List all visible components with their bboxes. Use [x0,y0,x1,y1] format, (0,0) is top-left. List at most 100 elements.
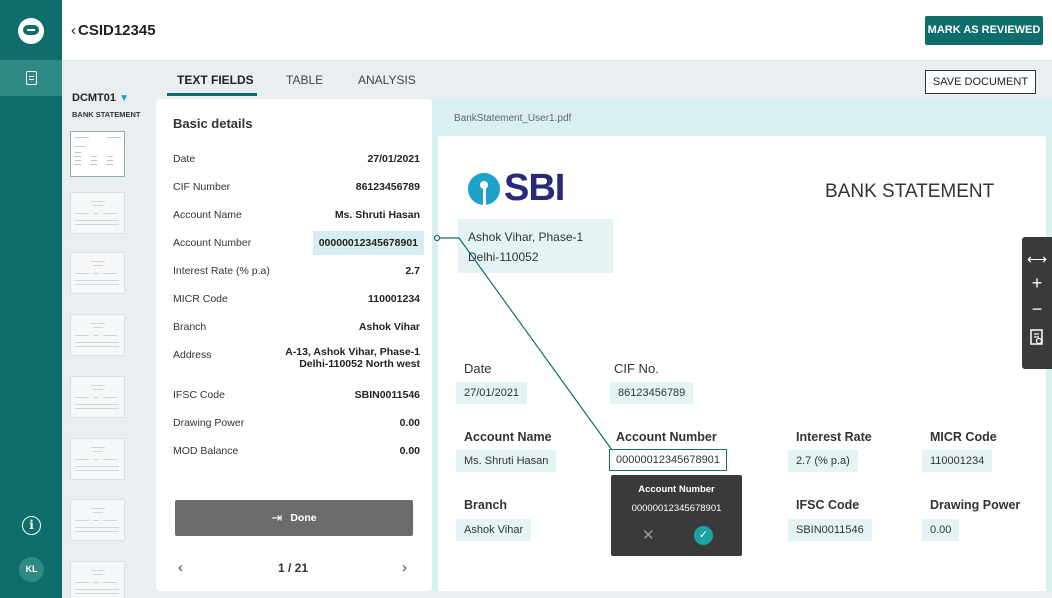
field-row[interactable]: IFSC Code SBIN0011546 [173,385,420,407]
tab-table[interactable]: TABLE [286,73,323,87]
page-thumbnail[interactable] [70,438,125,480]
account-name-label: Account Name [464,430,552,444]
field-row[interactable]: Address A-13, Ashok Vihar, Phase-1 Delhi-1… [173,345,420,375]
drawing-power-label: Drawing Power [930,498,1021,512]
field-row[interactable]: MOD Balance 0.00 [173,441,420,463]
documents-nav-button[interactable] [0,60,62,96]
zoom-toolbar: ⟷ + − [1022,237,1052,369]
ifsc-code-label: IFSC Code [796,498,860,512]
drawing-power-value[interactable]: 0.00 [922,519,960,541]
zoom-out-icon[interactable]: − [1022,299,1052,320]
field-value[interactable]: 27/01/2021 [367,153,420,165]
page-thumbnail[interactable] [70,314,125,356]
field-label: MICR Code [173,293,228,305]
ifsc-code-value[interactable]: SBIN0011546 [788,519,872,541]
info-icon[interactable]: i [22,516,41,535]
app-logo[interactable] [0,0,62,62]
document-viewer: BankStatement_User1.pdf SBI BANK STATEME… [432,99,1052,591]
account-number-label: Account Number [616,430,717,444]
date-value[interactable]: 27/01/2021 [456,382,528,404]
zoom-in-icon[interactable]: + [1022,273,1052,294]
field-label: Account Name [173,209,242,221]
exit-icon: ⇥ [271,510,283,525]
field-row[interactable]: Account Name Ms. Shruti Hasan [173,205,420,227]
user-avatar[interactable]: KL [19,557,44,582]
mark-as-reviewed-button[interactable]: MARK AS REVIEWED [925,16,1043,45]
micr-code-value[interactable]: 110001234 [922,450,993,472]
field-row[interactable]: CIF Number 86123456789 [173,177,420,199]
field-value[interactable]: 86123456789 [356,181,420,193]
chevron-left-icon: ‹ [71,22,76,39]
cif-value[interactable]: 86123456789 [610,382,694,404]
document-page: SBI BANK STATEMENT Ashok Vihar, Phase-1 D… [438,136,1046,591]
active-tab-indicator [167,93,257,96]
page-indicator: 1 / 21 [278,561,309,575]
field-confirmation-tooltip: Account Number 00000012345678901 ✕ ✓ [611,475,742,556]
left-rail: i KL [0,0,62,598]
field-value[interactable]: 110001234 [368,293,420,305]
field-label: Drawing Power [173,417,245,429]
document-selector[interactable]: DCMT01 ▼ [72,92,129,104]
document-icon [25,71,37,85]
page-thumbnail[interactable] [70,252,125,294]
page-view-svg [1030,329,1043,345]
document-type-label: BANK STATEMENT [72,110,141,119]
sbi-logo: SBI [468,167,565,210]
page-thumbnail[interactable] [70,131,125,177]
page-thumbnail[interactable] [70,499,125,541]
bank-logo-icon [468,172,500,205]
page-thumbnail[interactable] [70,561,125,598]
tooltip-value: 00000012345678901 [631,503,722,514]
text-fields-panel: Basic details Date 27/01/2021 CIF Number 8… [156,99,432,591]
branch-value[interactable]: Ashok Vihar [456,519,532,541]
done-label: Done [290,512,317,524]
page-thumbnail[interactable] [70,376,125,418]
field-label: Date [173,153,196,165]
field-value[interactable]: 2.7 [405,265,420,277]
accept-icon[interactable]: ✓ [694,526,713,545]
previous-page-button[interactable]: ‹ [178,559,183,576]
caret-down-icon: ▼ [119,93,129,104]
date-label: Date [464,361,492,376]
reject-icon[interactable]: ✕ [642,526,655,544]
page-thumbnail[interactable] [70,192,125,234]
field-value[interactable]: Ashok Vihar [359,321,420,333]
account-number-value-selected[interactable]: 00000012345678901 [609,449,728,471]
next-page-button[interactable]: › [402,559,407,576]
field-value[interactable]: A-13, Ashok Vihar, Phase-1 Delhi-110052 N… [285,346,420,370]
field-label: MOD Balance [173,445,239,457]
field-row[interactable]: Date 27/01/2021 [173,149,420,171]
tab-analysis[interactable]: ANALYSIS [358,73,416,87]
field-label: Interest Rate (% p.a) [173,265,270,277]
document-title: BANK STATEMENT [825,181,995,202]
interest-rate-value[interactable]: 2.7 (% p.a) [788,450,858,472]
field-label: CIF Number [173,181,231,193]
save-document-button[interactable]: SAVE DOCUMENT [925,70,1036,94]
field-row[interactable]: Branch Ashok Vihar [173,317,420,339]
logo-text: SBI [504,167,565,209]
tab-text-fields[interactable]: TEXT FIELDS [177,73,254,87]
account-name-value[interactable]: Ms. Shruti Hasan [456,450,557,472]
field-value[interactable]: 0.00 [400,445,420,457]
field-row[interactable]: Drawing Power 0.00 [173,413,420,435]
address-line-2: Delhi-110052 North west [299,358,420,370]
address-block[interactable]: Ashok Vihar, Phase-1 Delhi-110052 [458,219,613,273]
field-label: IFSC Code [173,389,225,401]
page-view-icon[interactable] [1022,329,1052,352]
back-button[interactable]: ‹ CSID12345 [71,22,156,39]
micr-code-label: MICR Code [930,430,997,444]
top-header: ‹ CSID12345 MARK AS REVIEWED [62,0,1052,61]
field-row[interactable]: MICR Code 110001234 [173,289,420,311]
done-button[interactable]: ⇥ Done [175,500,413,536]
field-value[interactable]: 0.00 [400,417,420,429]
field-value[interactable]: SBIN0011546 [355,389,420,401]
address-line-2: Delhi-110052 [468,250,539,264]
field-row[interactable]: Interest Rate (% p.a) 2.7 [173,261,420,283]
fit-width-icon[interactable]: ⟷ [1022,251,1052,268]
field-label: Branch [173,321,207,333]
bot-icon [18,18,44,44]
field-row-selected[interactable]: Account Number 00000012345678901 [173,231,424,255]
field-value[interactable]: Ms. Shruti Hasan [335,209,420,221]
field-value-highlighted[interactable]: 00000012345678901 [312,231,424,255]
interest-rate-label: Interest Rate [796,430,872,444]
